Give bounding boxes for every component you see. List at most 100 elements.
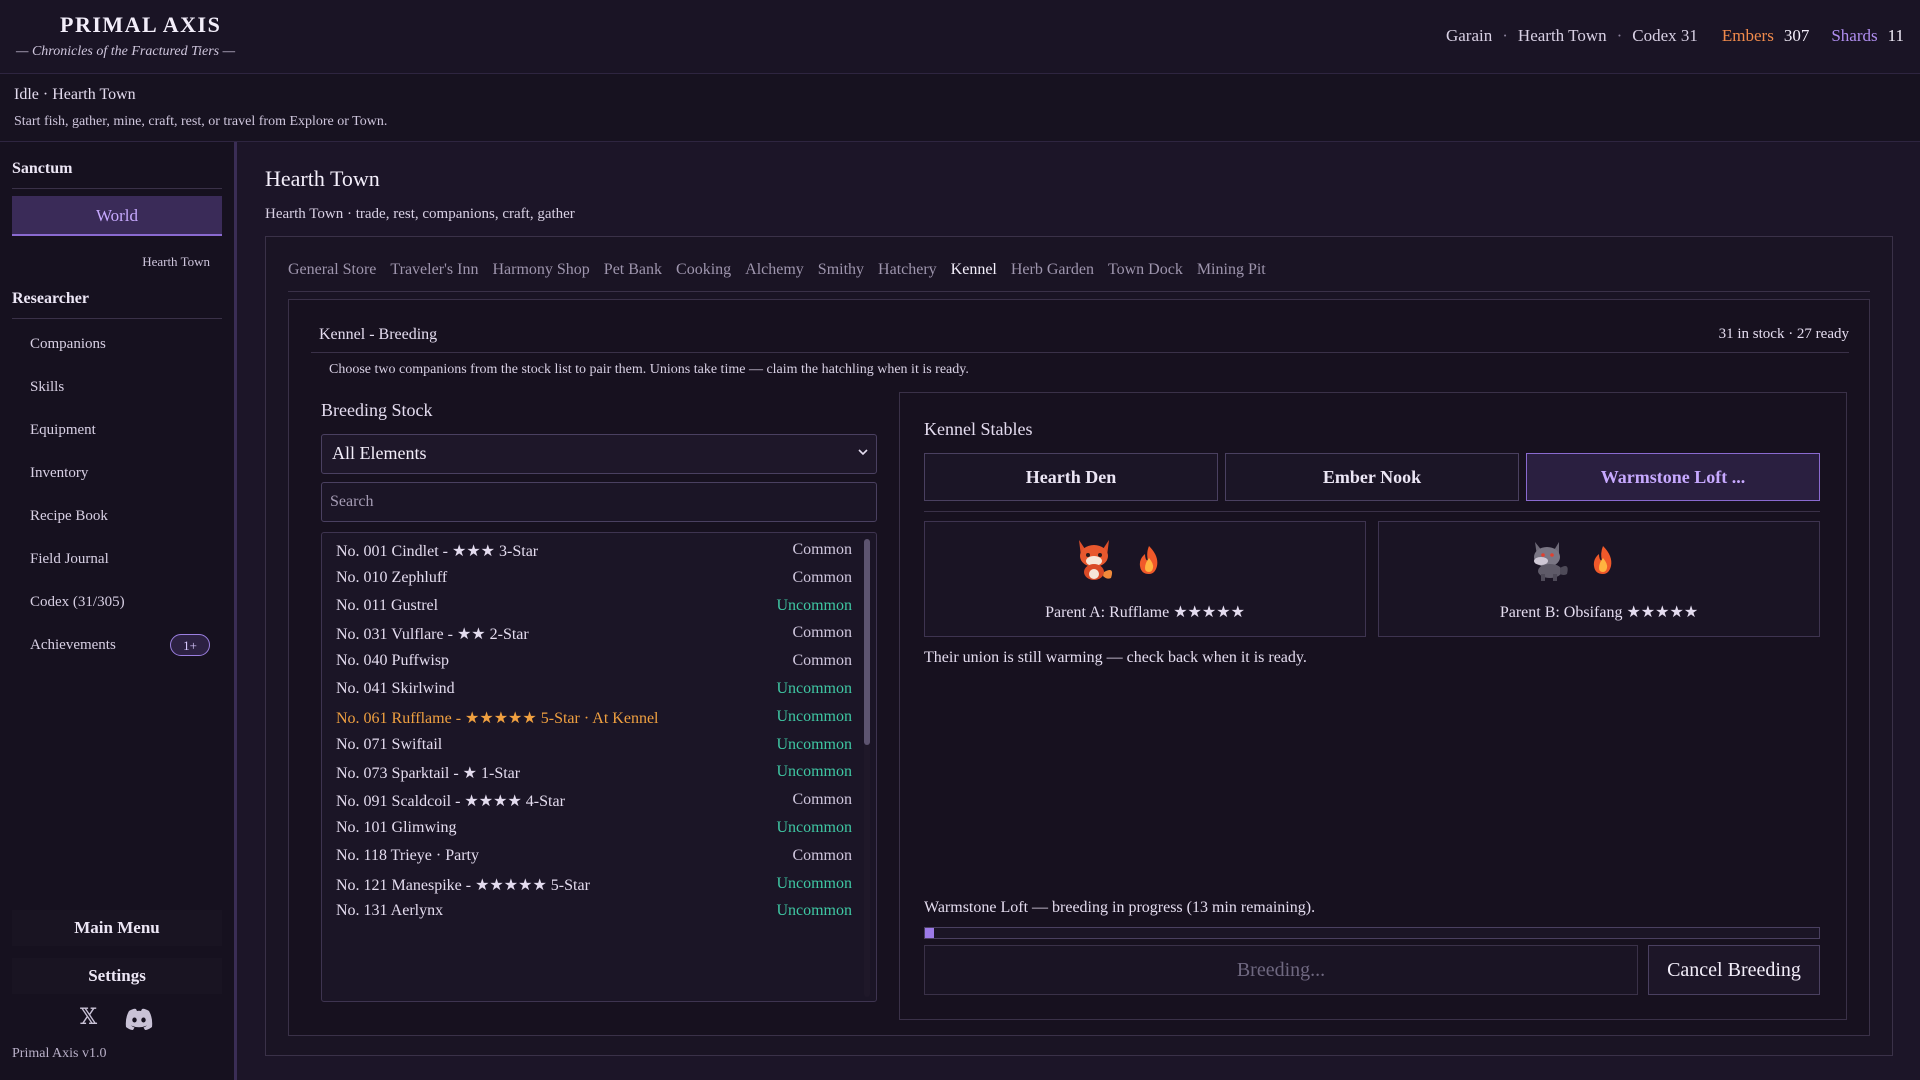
stables-heading: Kennel Stables [924, 419, 1033, 439]
stock-list-item[interactable]: No. 041 Skirlwind Uncommon [336, 676, 852, 704]
fox-creature-icon [1079, 540, 1113, 580]
tab-general-store[interactable]: General Store [288, 261, 376, 279]
stable-ember-nook-button[interactable]: Ember Nook [1225, 453, 1519, 501]
stock-list-item[interactable]: No. 101 Glimwing Uncommon [336, 815, 852, 843]
tab-cooking[interactable]: Cooking [676, 261, 731, 279]
breeding-progress-text: Warmstone Loft — breeding in progress (1… [924, 899, 1316, 916]
fire-element-icon [1139, 546, 1158, 574]
fire-element-icon [1593, 546, 1612, 574]
sidebar-item-equipment[interactable]: Equipment [30, 422, 96, 439]
player-summary: Garain · Hearth Town · Codex 31 Embers 3… [1446, 26, 1904, 46]
activity-hint: Start fish, gather, mine, craft, rest, o… [14, 114, 388, 129]
shards-value: 11 [1887, 26, 1904, 45]
stock-list-item[interactable]: No. 061 Rufflame - ★★★★★ 5-Star · At Ken… [336, 704, 852, 732]
sidebar-item-field-journal[interactable]: Field Journal [30, 551, 109, 568]
stock-list-item[interactable]: No. 011 Gustrel Uncommon [336, 593, 852, 621]
stock-item-rarity: Common [792, 624, 852, 642]
breeding-stock-list: No. 131 Aerlynx Uncommon No. 121 Manespike… [321, 532, 877, 1002]
breeding-stock-heading: Breeding Stock [321, 400, 433, 420]
embers-value: 307 [1783, 26, 1810, 45]
separator: · [1502, 26, 1508, 45]
tab-alchemy[interactable]: Alchemy [745, 261, 804, 279]
stock-item-rarity: Common [792, 541, 852, 558]
divider [12, 188, 222, 189]
divider [12, 318, 222, 319]
discord-icon[interactable] [124, 1008, 154, 1036]
stock-item-name: No. 091 Scaldcoil - ★★★★ 4-Star [336, 793, 565, 811]
stock-item-name: No. 010 Zephluff [336, 568, 448, 586]
tab-smithy[interactable]: Smithy [818, 261, 864, 279]
kennel-description: Choose two companions from the stock lis… [329, 362, 969, 377]
stock-summary: 31 in stock · 27 ready [1718, 326, 1849, 342]
stock-item-rarity: Common [792, 846, 852, 864]
stock-list-item[interactable]: No. 121 Manespike - ★★★★★ 5-Star Uncommon [336, 871, 852, 899]
tab-traveler-s-inn[interactable]: Traveler's Inn [390, 261, 478, 279]
activity-state: Idle [14, 86, 39, 103]
tab-mining-pit[interactable]: Mining Pit [1197, 261, 1266, 279]
stock-item-rarity: Common [792, 568, 852, 586]
sidebar-item-achievements[interactable]: Achievements [30, 637, 116, 654]
stock-item-name: No. 101 Glimwing [336, 819, 457, 836]
world-button[interactable]: World [12, 196, 222, 236]
parent-b-label: Parent B: Obsifang ★★★★★ [1499, 604, 1699, 621]
tab-town-dock[interactable]: Town Dock [1108, 261, 1183, 279]
main-menu-button[interactable]: Main Menu [12, 910, 222, 946]
tab-harmony-shop[interactable]: Harmony Shop [492, 261, 589, 279]
kennel-title: Kennel - Breeding [319, 326, 438, 343]
stock-list-item[interactable]: No. 031 Vulflare - ★★ 2-Star Common [336, 620, 852, 648]
sidebar: Sanctum World Hearth Town Researcher Com… [0, 142, 236, 1080]
divider [924, 511, 1820, 512]
stock-list-item[interactable]: No. 010 Zephluff Common [336, 565, 852, 593]
breeding-status-button: Breeding... [924, 945, 1638, 995]
player-name: Garain [1445, 26, 1493, 45]
activity-status: Idle · Hearth Town [14, 86, 136, 104]
parent-a-card[interactable]: Parent A: Rufflame ★★★★★ [924, 521, 1366, 637]
tab-kennel[interactable]: Kennel [951, 261, 997, 279]
kennel-stables-panel: Kennel Stables Hearth Den Ember Nook War… [899, 392, 1847, 1020]
chevron-down-icon [858, 449, 868, 456]
stock-list-item[interactable]: No. 001 Cindlet - ★★★ 3-Star Common [336, 537, 852, 565]
stock-list-item[interactable]: No. 118 Trieye · Party Common [336, 843, 852, 871]
stock-search-input[interactable] [321, 482, 877, 522]
wolf-creature-icon [1534, 542, 1568, 581]
top-bar: PRIMAL AXIS — Chronicles of the Fracture… [0, 0, 1920, 74]
stock-list-item[interactable]: No. 071 Swiftail Uncommon [336, 732, 852, 760]
stable-hearth-den-button[interactable]: Hearth Den [924, 453, 1218, 501]
settings-button[interactable]: Settings [12, 958, 222, 994]
sidebar-item-recipe-book[interactable]: Recipe Book [30, 508, 108, 525]
sidebar-item-codex[interactable]: Codex (31/305) [30, 594, 125, 611]
shards-label: Shards [1831, 26, 1878, 45]
stock-list-item[interactable]: No. 040 Puffwisp Common [336, 648, 852, 676]
cancel-breeding-button[interactable]: Cancel Breeding [1648, 945, 1820, 995]
stock-item-rarity: Uncommon [776, 735, 852, 753]
sidebar-item-skills[interactable]: Skills [30, 379, 64, 396]
stock-item-name: No. 011 Gustrel [336, 596, 439, 614]
kennel-card: Kennel - Breeding 31 in stock · 27 ready… [288, 299, 1870, 1036]
main-panel: Hearth Town Hearth Town · trade, rest, c… [236, 142, 1920, 1080]
stock-scrollbar[interactable] [864, 539, 870, 997]
tab-herb-garden[interactable]: Herb Garden [1011, 261, 1094, 279]
stock-item-name: No. 040 Puffwisp [336, 652, 450, 670]
stable-warmstone-loft-button[interactable]: Warmstone Loft ... [1526, 453, 1820, 501]
town-tabs: General Store Traveler's Inn Harmony Shop P… [288, 261, 1266, 279]
stock-list-item[interactable]: No. 073 Sparktail - ★ 1-Star Uncommon [336, 759, 852, 787]
element-filter-value: All Elements [332, 443, 427, 463]
union-status-note: Their union is still warming — check bac… [924, 649, 1307, 666]
stock-list-item[interactable]: No. 131 Aerlynx Uncommon [336, 898, 852, 926]
tab-hatchery[interactable]: Hatchery [878, 261, 937, 279]
activity-location: Hearth Town [52, 86, 136, 103]
breeding-progress-bar [924, 927, 1820, 939]
researcher-heading: Researcher [12, 290, 89, 307]
stock-item-name: No. 031 Vulflare - ★★ 2-Star [336, 626, 529, 644]
tab-pet-bank[interactable]: Pet Bank [604, 261, 662, 279]
stock-item-rarity: Common [792, 791, 852, 809]
x-icon[interactable]: 𝕏 [80, 1004, 97, 1030]
stock-item-rarity: Uncommon [776, 707, 852, 725]
stock-list-item[interactable]: No. 091 Scaldcoil - ★★★★ 4-Star Common [336, 787, 852, 815]
sidebar-item-companions[interactable]: Companions [30, 336, 106, 353]
sidebar-item-inventory[interactable]: Inventory [30, 465, 88, 482]
app-title: PRIMAL AXIS [60, 12, 222, 37]
element-filter-select[interactable]: All Elements [321, 434, 877, 474]
parent-b-card[interactable]: Parent B: Obsifang ★★★★★ [1378, 521, 1820, 637]
stock-scroll-thumb[interactable] [864, 539, 870, 745]
